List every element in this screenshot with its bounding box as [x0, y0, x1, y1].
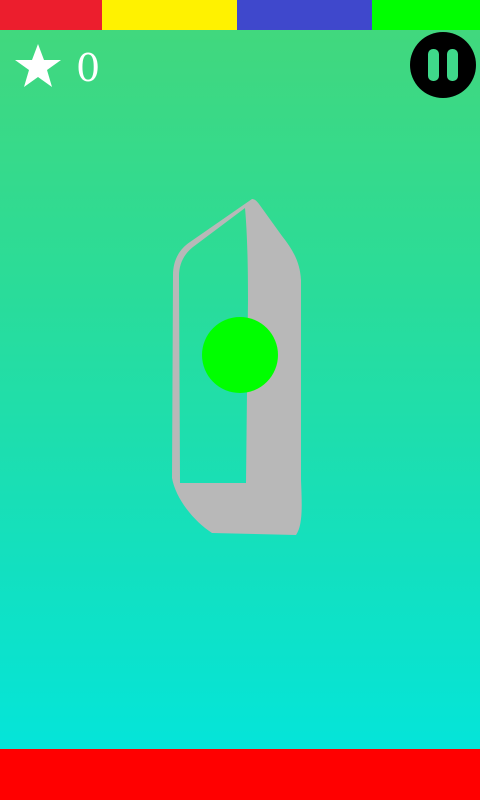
color-segment-red [0, 0, 102, 30]
color-strip [0, 0, 480, 30]
player-ball [202, 317, 278, 393]
obstacle-shape [172, 199, 302, 535]
color-segment-green [372, 0, 480, 30]
score-value: 0 [76, 46, 101, 90]
bottom-color-bar [0, 749, 480, 800]
score-display: 0 [14, 40, 100, 92]
pause-button[interactable] [410, 32, 476, 98]
color-segment-yellow [102, 0, 237, 30]
star-icon [15, 44, 61, 87]
game-screen[interactable]: 0 [0, 0, 480, 800]
pause-icon [428, 49, 458, 81]
color-segment-blue [237, 0, 372, 30]
